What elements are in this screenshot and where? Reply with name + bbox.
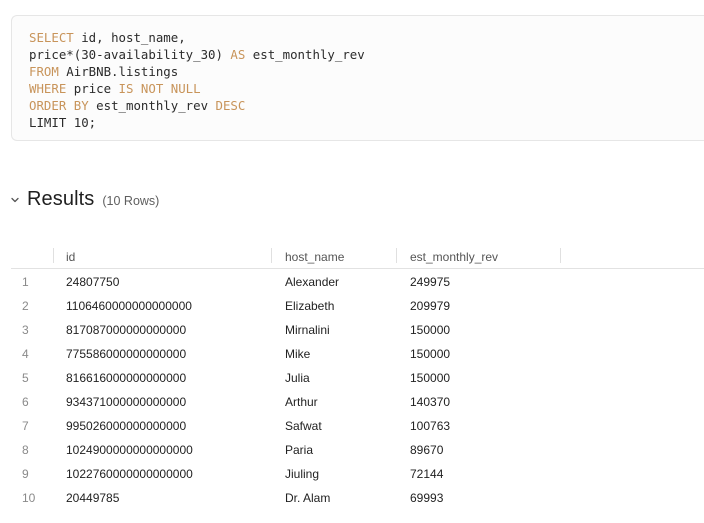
row-number: 5 (22, 371, 29, 385)
sql-keyword: WHERE (29, 81, 67, 96)
table-row[interactable]: 6 934371000000000000 Arthur 140370 (11, 389, 704, 413)
cell-est-monthly-rev: 150000 (410, 347, 451, 361)
cell-host-name: Paria (285, 443, 314, 457)
cell-est-monthly-rev: 72144 (410, 467, 444, 481)
table-body: 1 24807750 Alexander 249975 2 110646000000000… (11, 269, 704, 509)
row-number: 10 (22, 491, 36, 505)
cell-id: 20449785 (66, 491, 120, 505)
table-row[interactable]: 1 24807750 Alexander 249975 (11, 269, 704, 293)
code-line: FROM AirBNB.listings (29, 63, 365, 80)
results-title: Results (27, 188, 95, 210)
cell-id: 775586000000000000 (66, 347, 187, 361)
row-number: 7 (22, 419, 29, 433)
table-row[interactable]: 10 20449785 Dr. Alam 69993 (11, 485, 704, 509)
code-line: SELECT id, host_name, (29, 29, 365, 46)
cell-host-name: Dr. Alam (285, 491, 331, 505)
code-line: price*(30-availability_30) AS est_monthl… (29, 46, 365, 63)
row-number: 1 (22, 275, 29, 289)
row-number: 9 (22, 467, 29, 481)
sql-text: est_monthly_rev (88, 98, 216, 113)
column-divider[interactable] (560, 248, 561, 263)
sql-code-cell[interactable]: SELECT id, host_name, price*(30-availabil… (11, 15, 704, 141)
table-row[interactable]: 9 1022760000000000000 Jiuling 72144 (11, 461, 704, 485)
row-number: 3 (22, 323, 29, 337)
sql-text: price*(30-availability_30) (29, 47, 231, 62)
table-row[interactable]: 3 817087000000000000 Mirnalini 150000 (11, 317, 704, 341)
results-table: id host_name est_monthly_rev 1 24807750 Al… (11, 245, 704, 509)
cell-host-name: Jiuling (285, 467, 320, 481)
cell-id: 1106460000000000000 (66, 299, 192, 313)
code-line: LIMIT 10; (29, 114, 365, 131)
cell-id: 24807750 (66, 275, 120, 289)
cell-id: 1022760000000000000 (66, 467, 193, 481)
cell-host-name: Safwat (285, 419, 322, 433)
cell-est-monthly-rev: 150000 (410, 371, 451, 385)
table-row[interactable]: 5 816616000000000000 Julia 150000 (11, 365, 704, 389)
table-row[interactable]: 4 775586000000000000 Mike 150000 (11, 341, 704, 365)
sql-keyword: SELECT (29, 30, 74, 45)
sql-query-text[interactable]: SELECT id, host_name, price*(30-availabil… (29, 29, 365, 131)
cell-est-monthly-rev: 249975 (410, 275, 451, 289)
cell-host-name: Arthur (285, 395, 318, 409)
sql-keyword: FROM (29, 64, 59, 79)
sql-text: est_monthly_rev (245, 47, 365, 62)
column-header-est-monthly-rev[interactable]: est_monthly_rev (410, 250, 498, 264)
sql-text: price (66, 81, 119, 96)
cell-id: 816616000000000000 (66, 371, 187, 385)
sql-keyword: AS (230, 47, 246, 62)
cell-id: 817087000000000000 (66, 323, 187, 337)
cell-id: 934371000000000000 (66, 395, 187, 409)
code-line: ORDER BY est_monthly_rev DESC (29, 97, 365, 114)
column-divider[interactable] (271, 248, 272, 263)
cell-est-monthly-rev: 89670 (410, 443, 444, 457)
cell-host-name: Mirnalini (285, 323, 330, 337)
cell-id: 995026000000000000 (66, 419, 187, 433)
code-line: WHERE price IS NOT NULL (29, 80, 365, 97)
row-number: 8 (22, 443, 29, 457)
column-header-host-name[interactable]: host_name (285, 250, 344, 264)
table-row[interactable]: 8 1024900000000000000 Paria 89670 (11, 437, 704, 461)
cell-est-monthly-rev: 69993 (410, 491, 444, 505)
row-number: 4 (22, 347, 29, 361)
sql-keyword: IS NOT NULL (118, 81, 201, 96)
cell-host-name: Elizabeth (285, 299, 335, 313)
cell-est-monthly-rev: 150000 (410, 323, 451, 337)
cell-est-monthly-rev: 140370 (410, 395, 451, 409)
column-divider[interactable] (396, 248, 397, 263)
cell-host-name: Julia (285, 371, 310, 385)
table-row[interactable]: 7 995026000000000000 Safwat 100763 (11, 413, 704, 437)
cell-est-monthly-rev: 100763 (410, 419, 451, 433)
sql-text: id, host_name, (73, 30, 186, 45)
cell-host-name: Alexander (285, 275, 340, 289)
column-divider[interactable] (53, 248, 54, 263)
table-header: id host_name est_monthly_rev (11, 245, 704, 269)
results-header: Results (10 Rows) (9, 188, 159, 216)
chevron-down-icon[interactable] (9, 193, 21, 205)
table-row[interactable]: 2 1106460000000000000 Elizabeth 209979 (11, 293, 704, 317)
row-number: 2 (22, 299, 29, 313)
sql-keyword: ORDER BY (29, 98, 89, 113)
cell-est-monthly-rev: 209979 (410, 299, 451, 313)
column-header-id[interactable]: id (66, 250, 75, 264)
row-number: 6 (22, 395, 29, 409)
sql-text: LIMIT 10; (29, 115, 97, 130)
sql-keyword: DESC (215, 98, 246, 113)
results-row-count: (10 Rows) (102, 194, 160, 208)
sql-text: AirBNB.listings (58, 64, 179, 79)
cell-id: 1024900000000000000 (66, 443, 193, 457)
cell-host-name: Mike (285, 347, 311, 361)
